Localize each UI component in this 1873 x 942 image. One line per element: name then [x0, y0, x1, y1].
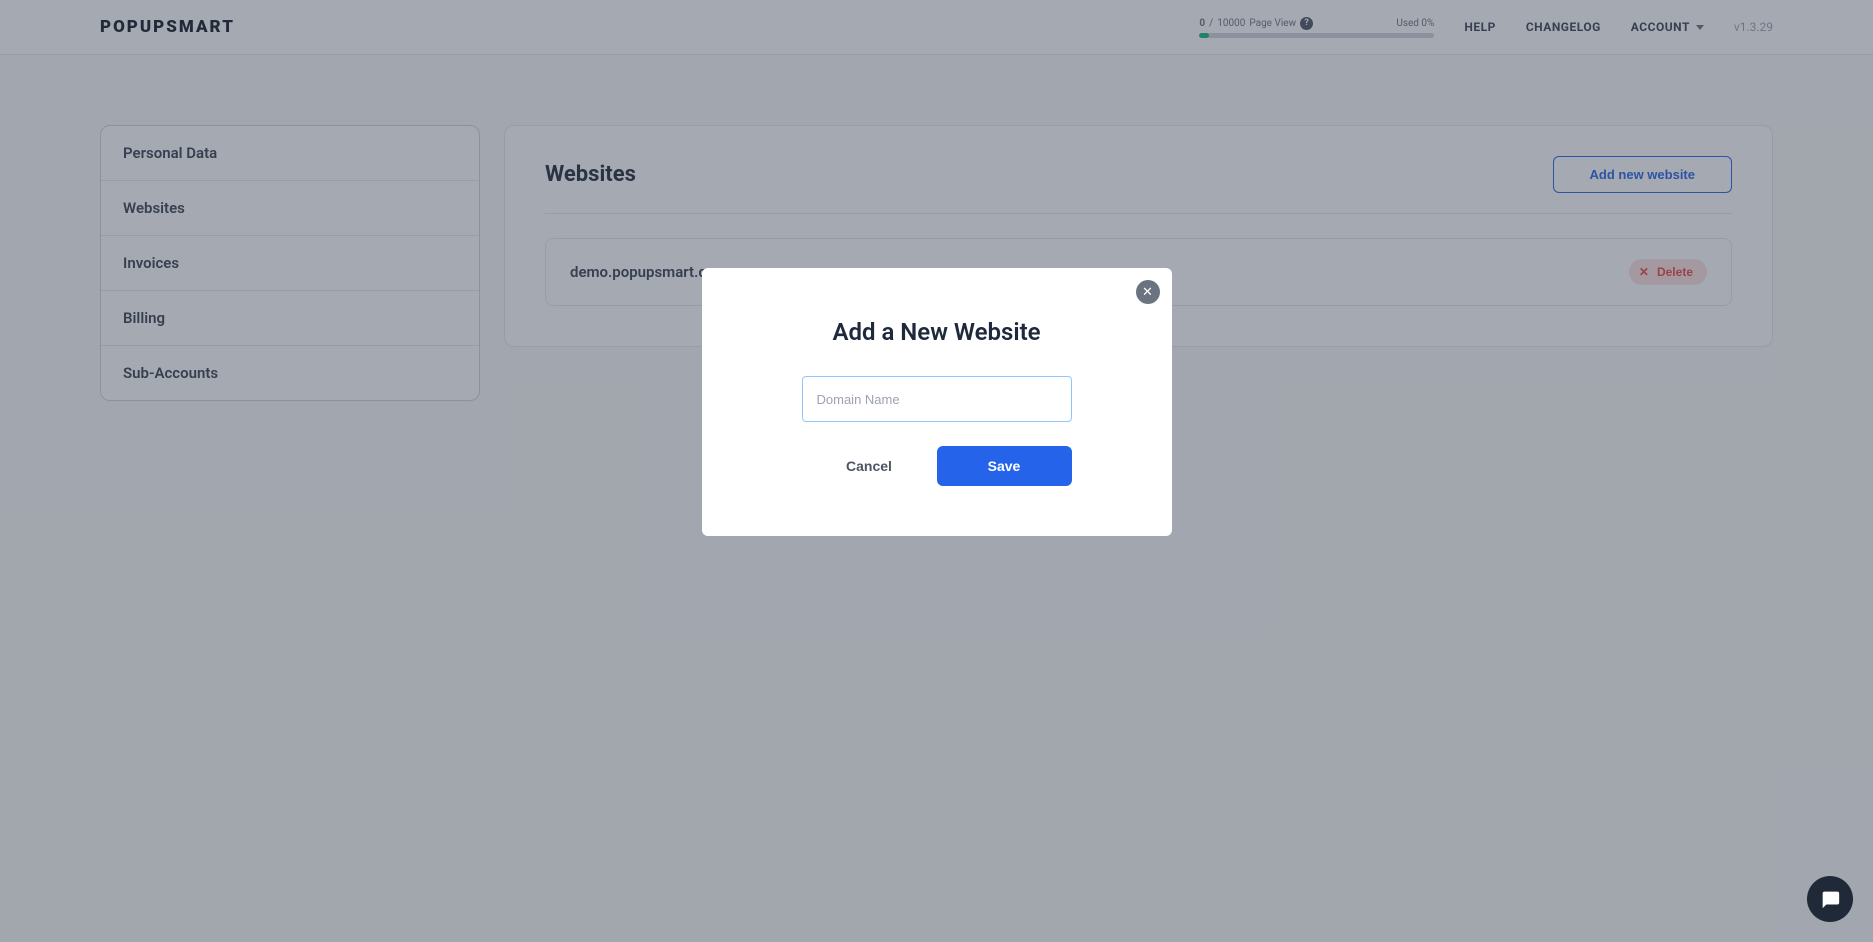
modal-title: Add a New Website [762, 318, 1112, 346]
chat-widget-button[interactable] [1807, 876, 1853, 922]
domain-name-input[interactable] [802, 376, 1072, 422]
modal-close-button[interactable]: ✕ [1136, 280, 1160, 304]
cancel-button[interactable]: Cancel [802, 446, 937, 486]
save-button[interactable]: Save [937, 446, 1072, 486]
chat-icon [1819, 888, 1841, 910]
add-website-modal: ✕ Add a New Website Cancel Save [702, 268, 1172, 536]
modal-overlay[interactable]: ✕ Add a New Website Cancel Save [0, 0, 1873, 942]
close-icon: ✕ [1142, 284, 1153, 300]
